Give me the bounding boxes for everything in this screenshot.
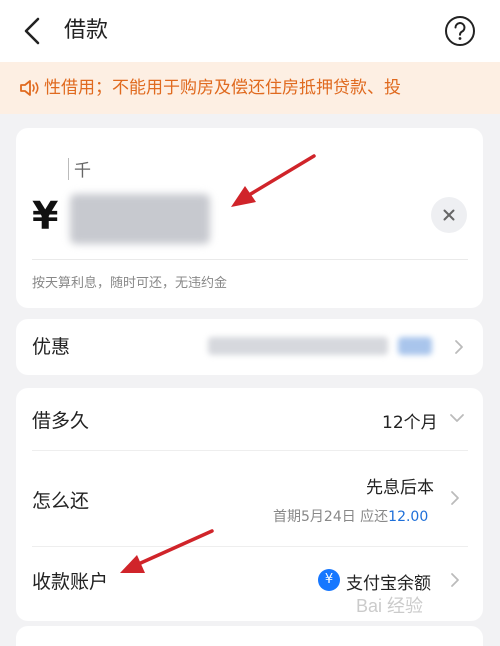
first-payment-amount: 12.00 [388, 509, 429, 525]
promo-detail-blurred [208, 337, 388, 355]
next-card-edge [16, 626, 483, 646]
page-title: 借款 [64, 18, 109, 43]
chevron-right-icon [455, 340, 463, 354]
amount-unit-label: 千 [74, 161, 91, 181]
clear-amount-button[interactable] [431, 197, 467, 233]
promo-row[interactable]: 优惠 [16, 319, 483, 375]
chevron-right-icon [451, 491, 459, 505]
first-payment-date: 首期5月24日 应还 [273, 509, 389, 525]
chevron-down-icon [450, 414, 464, 422]
speaker-icon [20, 80, 39, 96]
divider [32, 546, 468, 547]
question-circle-icon[interactable] [443, 14, 477, 48]
header-bar: 借款 [0, 0, 500, 62]
loan-terms-card: 借多久 12个月 怎么还 先息后本 首期5月24日 应还12.00 收款账户 ¥… [16, 388, 483, 621]
promo-link-blurred[interactable] [398, 337, 432, 355]
divider [32, 259, 468, 260]
close-icon [443, 209, 455, 221]
input-cursor [68, 158, 69, 180]
currency-symbol: ¥ [32, 194, 59, 238]
repayment-label: 怎么还 [32, 490, 90, 512]
duration-value: 12个月 [382, 413, 438, 433]
notice-text: 性借用；不能用于购房及偿还住房抵押贷款、投 [44, 78, 401, 98]
duration-label: 借多久 [32, 410, 90, 432]
interest-hint: 按天算利息，随时可还，无违约金 [32, 276, 228, 291]
chevron-left-icon[interactable] [18, 14, 48, 48]
amount-card: 千 ¥ 按天算利息，随时可还，无违约金 [16, 128, 483, 308]
receiving-account-value: 支付宝余额 [346, 574, 431, 594]
divider [32, 450, 468, 451]
promo-label: 优惠 [32, 336, 71, 358]
amount-input[interactable] [70, 194, 210, 244]
alipay-icon: ¥ [318, 569, 340, 591]
watermark: Bai 经验 [356, 596, 424, 616]
receiving-account-label: 收款账户 [32, 571, 109, 593]
notice-bar: 性借用；不能用于购房及偿还住房抵押贷款、投 [0, 62, 500, 114]
first-payment-info: 首期5月24日 应还12.00 [273, 506, 428, 526]
chevron-right-icon [451, 573, 459, 587]
repayment-method: 先息后本 [366, 478, 434, 498]
